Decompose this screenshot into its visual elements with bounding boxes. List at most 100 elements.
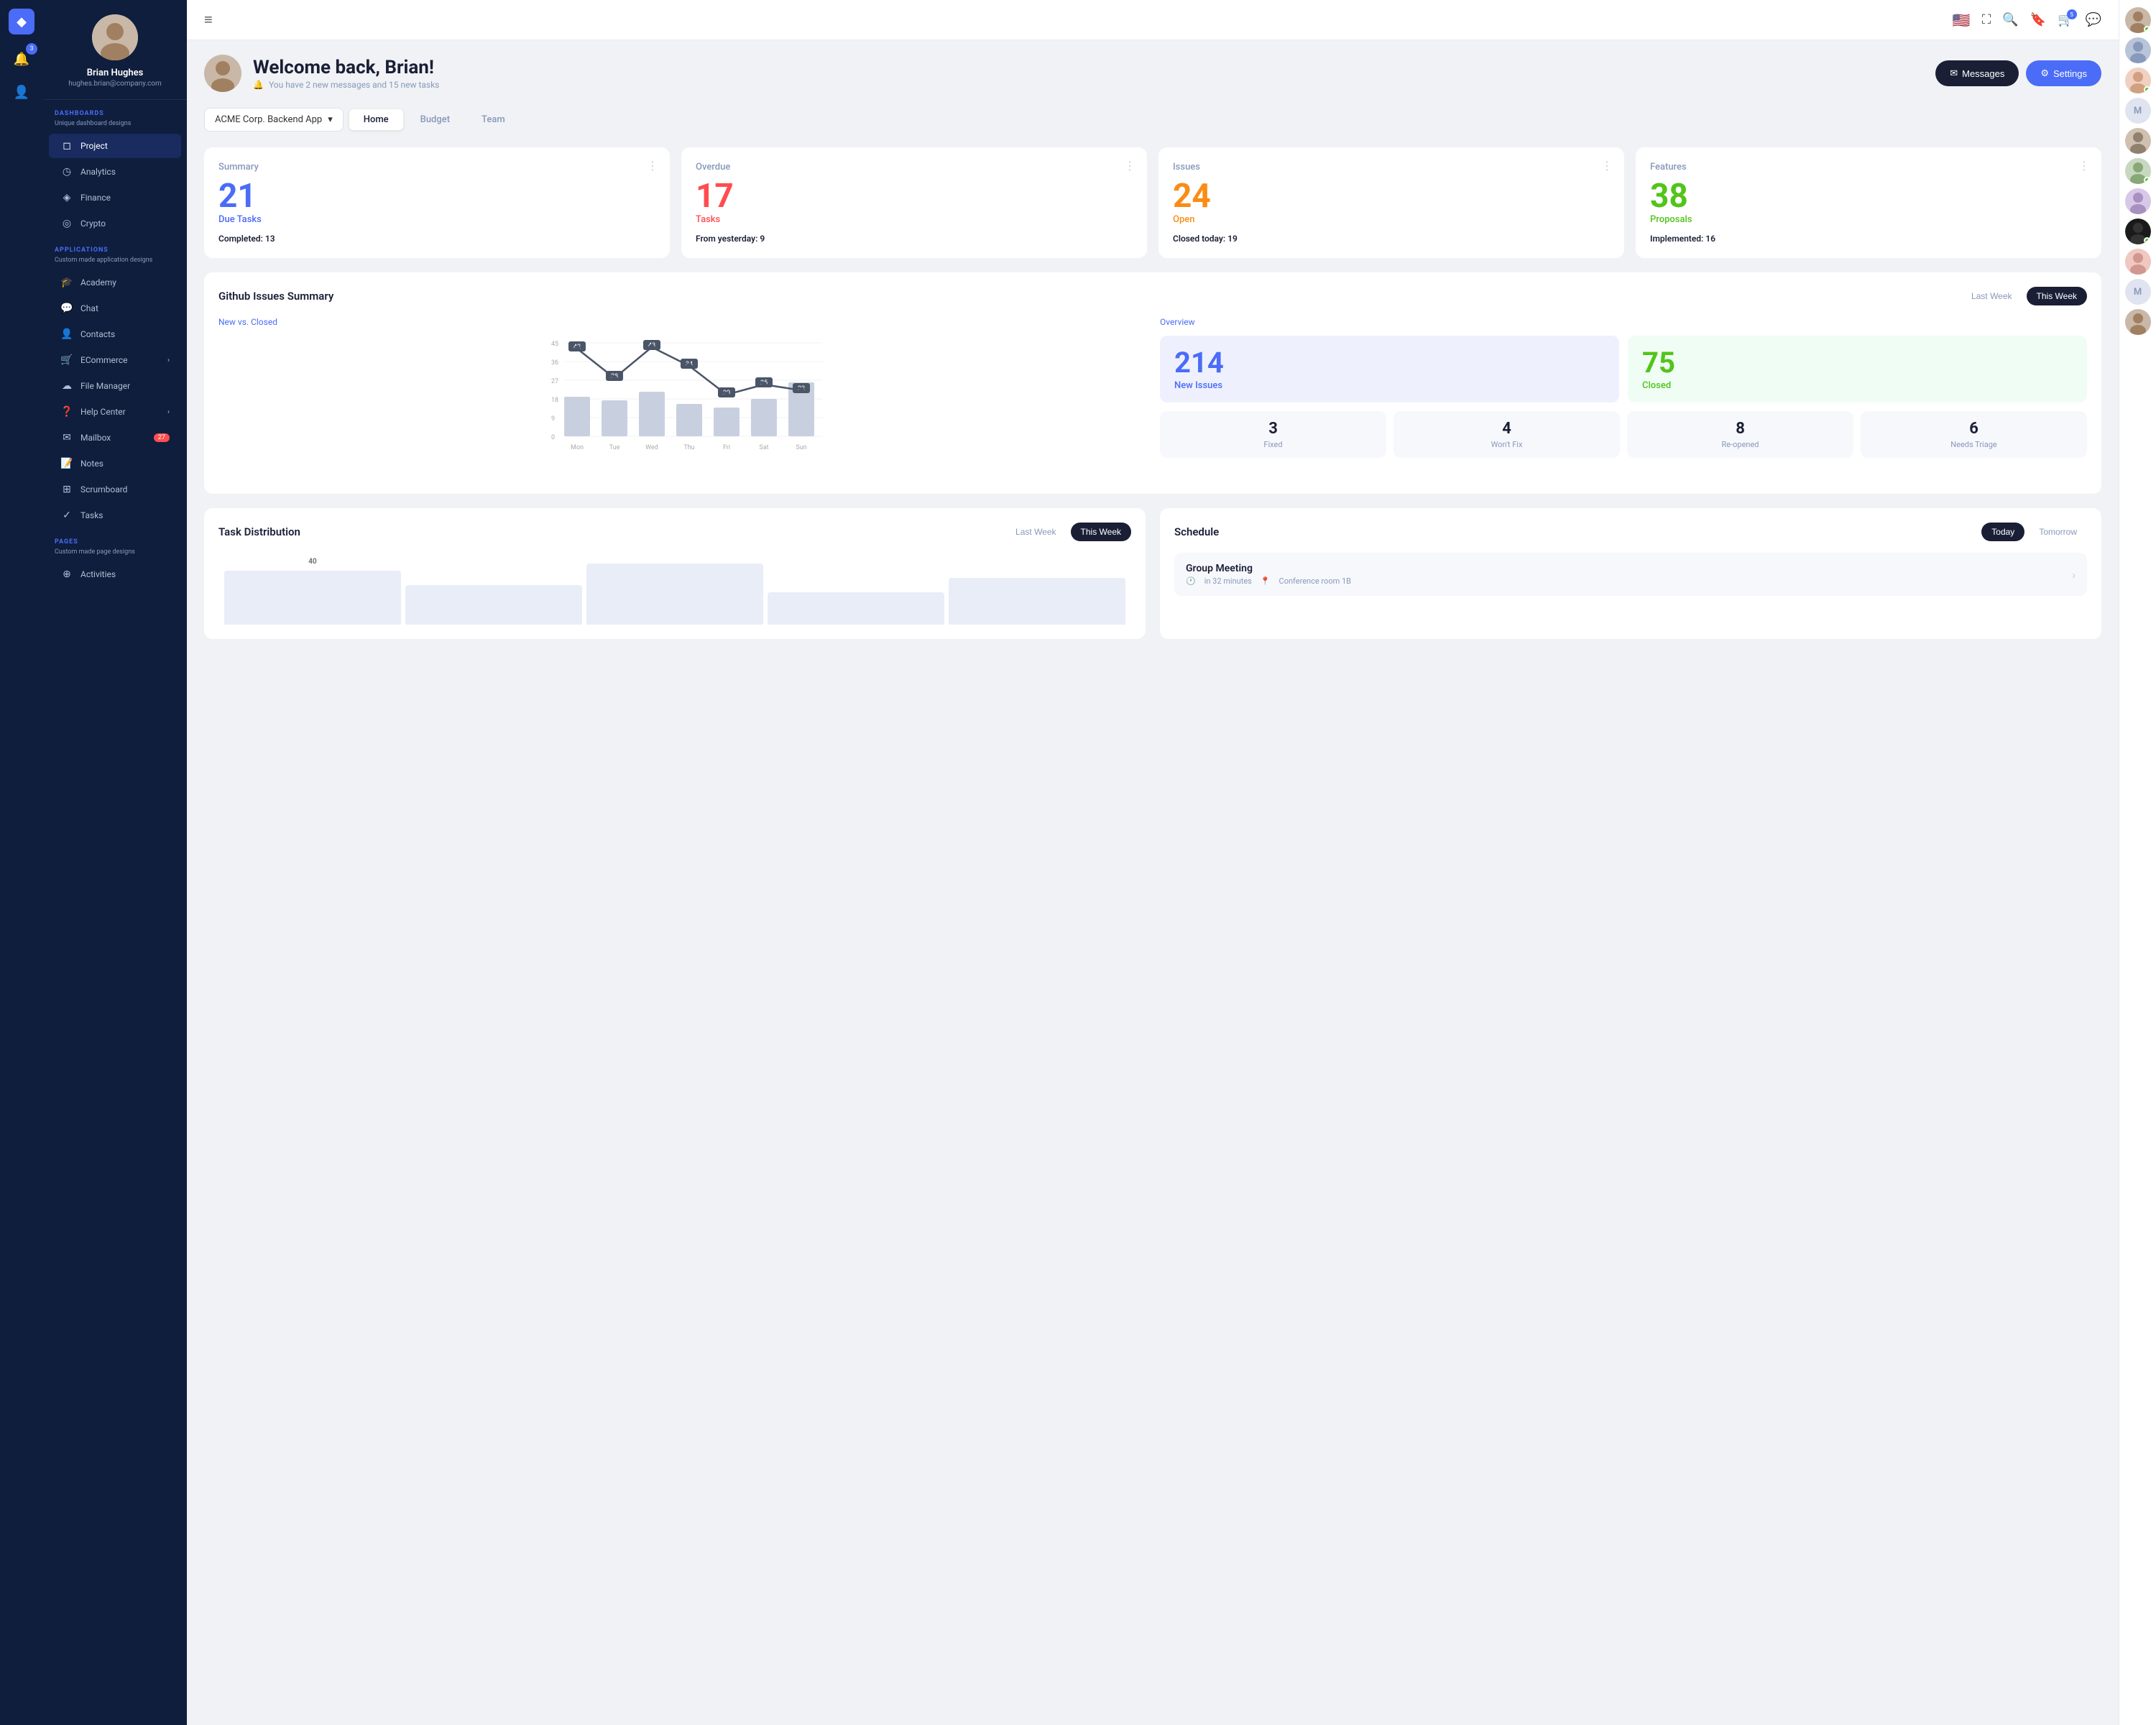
sidebar-item-chat[interactable]: 💬 Chat [49, 296, 181, 321]
right-avatar-9[interactable] [2125, 309, 2151, 335]
today-button[interactable]: Today [1981, 523, 2024, 541]
academy-icon: 🎓 [60, 277, 73, 288]
card-menu-icon[interactable]: ⋮ [1124, 159, 1135, 172]
activities-icon: ⊕ [60, 569, 73, 580]
cart-button[interactable]: 🛒 5 [2058, 12, 2073, 27]
sidebar-user: Brian Hughes hughes.brian@company.com [43, 0, 187, 100]
tomorrow-button[interactable]: Tomorrow [2029, 523, 2087, 541]
stat-big-num: 38 [1650, 180, 2087, 213]
sidebar-item-mailbox[interactable]: ✉ Mailbox 27 [49, 426, 181, 450]
settings-button[interactable]: ⚙ Settings [2026, 60, 2101, 86]
stat-title: Summary [218, 162, 655, 172]
bookmark-button[interactable]: 🔖 [2030, 12, 2046, 27]
sidebar-item-helpcenter[interactable]: ❓ Help Center › [49, 400, 181, 424]
task-this-week-button[interactable]: This Week [1071, 523, 1131, 541]
sidebar-item-activities[interactable]: ⊕ Activities [49, 562, 181, 586]
schedule-time: in 32 minutes [1204, 576, 1252, 586]
sidebar-item-contacts[interactable]: 👤 Contacts [49, 322, 181, 346]
sidebar-item-academy[interactable]: 🎓 Academy [49, 270, 181, 295]
ecommerce-icon: 🛒 [60, 354, 73, 366]
applications-section-sub: Custom made application designs [43, 257, 187, 270]
last-week-button[interactable]: Last Week [1961, 287, 2022, 305]
sidebar-user-name: Brian Hughes [87, 68, 144, 78]
card-menu-icon[interactable]: ⋮ [2078, 159, 2090, 172]
stat-title: Features [1650, 162, 2087, 172]
project-icon: ◻ [60, 140, 73, 152]
schedule-item-meta: 🕐 in 32 minutes 📍 Conference room 1B [1186, 576, 1351, 586]
stat-sub: Implemented: 16 [1650, 234, 2087, 244]
sidebar-item-filemanager[interactable]: ☁ File Manager [49, 374, 181, 398]
header-left: Welcome back, Brian! 🔔 You have 2 new me… [204, 55, 439, 92]
fullscreen-button[interactable]: ⛶ [1982, 12, 1991, 27]
bottom-row: Task Distribution Last Week This Week 40 [204, 508, 2101, 639]
mini-num: 6 [1869, 420, 2078, 438]
messages-button[interactable]: ✉ Messages [1935, 60, 2019, 86]
new-issues-num: 214 [1174, 347, 1605, 379]
schedule-title: Schedule [1174, 525, 1219, 538]
sidebar-item-label: Chat [80, 303, 98, 313]
sidebar-item-finance[interactable]: ◈ Finance [49, 185, 181, 210]
svg-text:Wed: Wed [645, 444, 658, 451]
closed-num: 75 [1642, 347, 2073, 379]
closed-issues-card: 75 Closed [1628, 336, 2087, 402]
notifications-wrap: 🔔 3 [9, 46, 34, 72]
sidebar-item-label: Academy [80, 277, 116, 288]
scrumboard-icon: ⊞ [60, 484, 73, 495]
notifications-badge: 3 [26, 43, 37, 55]
mini-card-fixed: 3 Fixed [1160, 411, 1386, 458]
stat-sub: From yesterday: 9 [696, 234, 1133, 244]
pages-section-label: PAGES [43, 528, 187, 548]
right-avatar-5[interactable] [2125, 158, 2151, 184]
stat-num-label: Proposals [1650, 214, 2087, 225]
right-avatar-4[interactable] [2125, 128, 2151, 154]
mini-card-reopened: 8 Re-opened [1627, 411, 1853, 458]
sidebar-item-label: Notes [80, 459, 103, 469]
chevron-right-icon: › [167, 356, 170, 364]
app-logo[interactable]: ◆ [9, 9, 34, 34]
right-avatar-m2[interactable]: M [2125, 279, 2151, 305]
schedule-item: Group Meeting 🕐 in 32 minutes 📍 Conferen… [1174, 553, 2087, 596]
task-distribution-section: Task Distribution Last Week This Week 40 [204, 508, 1146, 639]
chat-button[interactable]: 💬 [2086, 12, 2101, 27]
svg-text:Tue: Tue [609, 444, 620, 451]
sidebar-item-project[interactable]: ◻ Project [49, 134, 181, 158]
dashboards-section-sub: Unique dashboard designs [43, 120, 187, 133]
task-dist-chart: 40 [218, 553, 1131, 625]
card-menu-icon[interactable]: ⋮ [647, 159, 658, 172]
right-avatar-8[interactable] [2125, 249, 2151, 275]
sidebar-item-scrumboard[interactable]: ⊞ Scrumboard [49, 477, 181, 502]
header-buttons: ✉ Messages ⚙ Settings [1935, 60, 2101, 86]
page-header: Welcome back, Brian! 🔔 You have 2 new me… [204, 55, 2101, 92]
sidebar-item-ecommerce[interactable]: 🛒 ECommerce › [49, 348, 181, 372]
mailbox-icon: ✉ [60, 432, 73, 443]
task-last-week-button[interactable]: Last Week [1005, 523, 1066, 541]
svg-text:36: 36 [551, 359, 558, 367]
right-avatar-2[interactable] [2125, 37, 2151, 63]
stat-card-overdue: Overdue ⋮ 17 Tasks From yesterday: 9 [681, 147, 1147, 258]
hamburger-button[interactable]: ≡ [204, 11, 213, 29]
right-avatar-6[interactable] [2125, 188, 2151, 214]
right-avatar-1[interactable] [2125, 7, 2151, 33]
user-icon-button[interactable]: 👤 [9, 79, 34, 105]
schedule-chevron-icon[interactable]: › [2072, 568, 2076, 581]
search-button[interactable]: 🔍 [2002, 12, 2018, 27]
overview-top: 214 New Issues 75 Closed [1160, 336, 2087, 402]
chart-subtitle: New vs. Closed [218, 317, 1146, 327]
project-selector[interactable]: ACME Corp. Backend App ▾ [204, 108, 344, 132]
sidebar-item-tasks[interactable]: ✓ Tasks [49, 503, 181, 528]
schedule-location: Conference room 1B [1279, 576, 1351, 586]
this-week-button[interactable]: This Week [2027, 287, 2087, 305]
tab-home[interactable]: Home [349, 109, 403, 130]
right-avatar-m1[interactable]: M [2125, 98, 2151, 124]
mini-num: 8 [1636, 420, 1845, 438]
card-menu-icon[interactable]: ⋮ [1601, 159, 1613, 172]
sidebar-item-analytics[interactable]: ◷ Analytics [49, 160, 181, 184]
flag-icon[interactable]: 🇺🇸 [1953, 12, 1971, 29]
tab-budget[interactable]: Budget [406, 109, 464, 130]
tab-team[interactable]: Team [467, 109, 520, 130]
right-avatar-3[interactable] [2125, 68, 2151, 93]
right-avatar-7[interactable] [2125, 218, 2151, 244]
location-icon: 📍 [1261, 576, 1271, 586]
sidebar-item-crypto[interactable]: ◎ Crypto [49, 211, 181, 236]
sidebar-item-notes[interactable]: 📝 Notes [49, 451, 181, 476]
